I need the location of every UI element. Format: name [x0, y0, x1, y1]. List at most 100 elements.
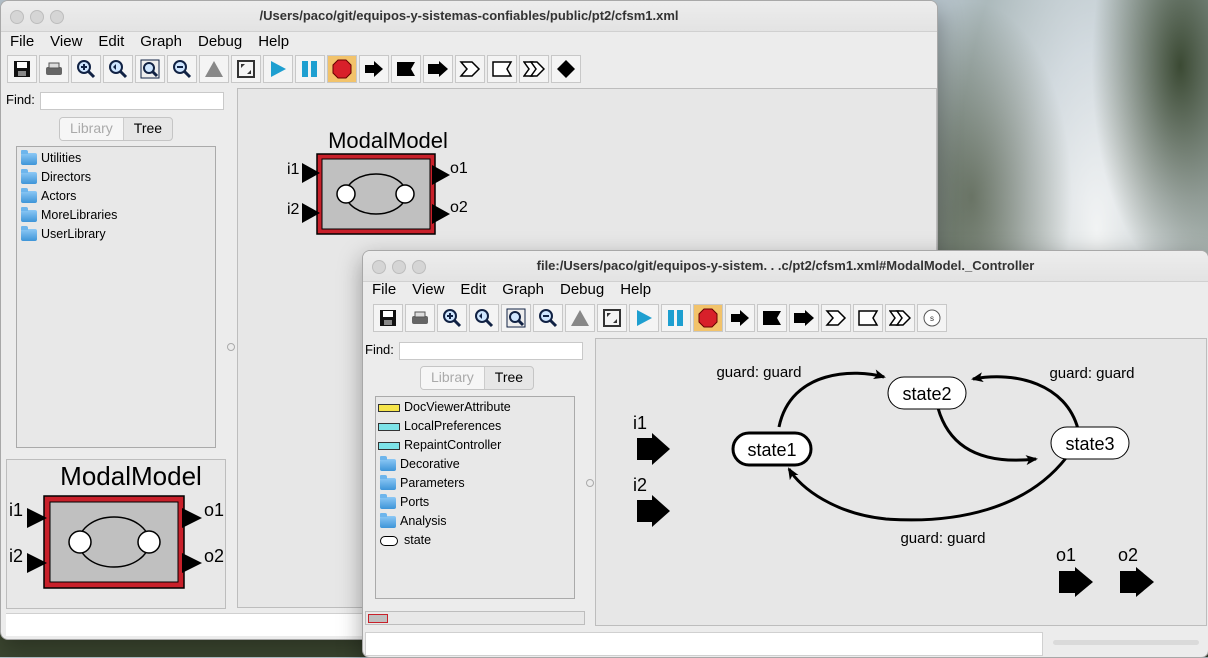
- arrow-flag-icon: [763, 311, 781, 325]
- state-circle-small-button[interactable]: s: [917, 304, 947, 332]
- transition-state3-state2[interactable]: [971, 372, 1080, 430]
- state-icon: [380, 535, 398, 546]
- splitter-handle[interactable]: [227, 343, 235, 351]
- zoom-in-icon: [443, 309, 462, 328]
- arrow-filled-icon: [794, 310, 814, 326]
- diamond-button[interactable]: [551, 55, 581, 83]
- library-item[interactable]: LocalPreferences: [376, 417, 574, 436]
- library-item[interactable]: state: [376, 531, 574, 550]
- menu-view[interactable]: View: [41, 31, 82, 53]
- arrow-open-flag-button[interactable]: [487, 55, 517, 83]
- menu-edit[interactable]: Edit: [451, 279, 486, 301]
- zoom-reset-icon: [475, 309, 494, 328]
- splitter-handle[interactable]: [586, 479, 594, 487]
- stop-button[interactable]: [693, 304, 723, 332]
- menu-view[interactable]: View: [403, 279, 444, 301]
- fullscreen-button[interactable]: [231, 55, 261, 83]
- menu-edit[interactable]: Edit: [89, 31, 124, 53]
- arrow-open-flag-button[interactable]: [853, 304, 883, 332]
- find-bar: Find:: [365, 342, 587, 362]
- transition-label: guard: guard: [716, 364, 801, 381]
- zoom-out-button[interactable]: [533, 304, 563, 332]
- arrow-flag-button[interactable]: [391, 55, 421, 83]
- port-o2-icon[interactable]: [1120, 567, 1154, 597]
- save-button[interactable]: [7, 55, 37, 83]
- menu-file[interactable]: File: [1, 31, 34, 53]
- tab-tree[interactable]: Tree: [124, 118, 172, 140]
- arrow-double-open-icon: [889, 310, 911, 326]
- pause-button[interactable]: [661, 304, 691, 332]
- port-i2-label: i2: [633, 475, 647, 495]
- tab-tree[interactable]: Tree: [485, 367, 533, 389]
- controller-titlebar[interactable]: file:/Users/paco/git/equipos-y-sistem. .…: [363, 251, 1208, 282]
- menu-graph[interactable]: Graph: [493, 279, 544, 301]
- arrow-double-open-button[interactable]: [519, 55, 549, 83]
- library-item[interactable]: MoreLibraries: [17, 206, 215, 225]
- fullscreen-button[interactable]: [597, 304, 627, 332]
- menu-graph[interactable]: Graph: [131, 31, 182, 53]
- arrow-flag-button[interactable]: [757, 304, 787, 332]
- preview-panel: ModalModel i1 i2 o1 o2: [6, 459, 226, 609]
- port-i1-icon[interactable]: [637, 433, 670, 465]
- transition-state2-state3[interactable]: [936, 407, 1038, 466]
- library-item[interactable]: RepaintController: [376, 436, 574, 455]
- tab-library[interactable]: Library: [421, 367, 485, 389]
- arrow-open-button[interactable]: [821, 304, 851, 332]
- port-o2-icon[interactable]: [432, 204, 450, 224]
- stop-button[interactable]: [327, 55, 357, 83]
- arrow-filled-button[interactable]: [789, 304, 819, 332]
- main-titlebar[interactable]: /Users/paco/git/equipos-y-sistemas-confi…: [1, 1, 937, 32]
- save-button[interactable]: [373, 304, 403, 332]
- zoom-reset-button[interactable]: [103, 55, 133, 83]
- arrow-filled-button[interactable]: [423, 55, 453, 83]
- modalmodel-actor[interactable]: ModalModel i1 i2 o1 o2: [238, 89, 498, 249]
- zoom-reset-button[interactable]: [469, 304, 499, 332]
- zoom-fit-button[interactable]: [135, 55, 165, 83]
- arrange-button[interactable]: [565, 304, 595, 332]
- arrange-button[interactable]: [199, 55, 229, 83]
- arrow-double-open-button[interactable]: [885, 304, 915, 332]
- arrange-icon: [205, 61, 223, 77]
- library-item[interactable]: Analysis: [376, 512, 574, 531]
- tab-library[interactable]: Library: [60, 118, 124, 140]
- library-item[interactable]: Directors: [17, 168, 215, 187]
- library-item[interactable]: Decorative: [376, 455, 574, 474]
- library-item[interactable]: DocViewerAttribute: [376, 398, 574, 417]
- library-item[interactable]: Parameters: [376, 474, 574, 493]
- transition-state3-state1[interactable]: [787, 457, 1068, 522]
- find-input[interactable]: [399, 342, 583, 360]
- find-input[interactable]: [40, 92, 224, 110]
- diamond-icon: [557, 60, 575, 78]
- port-i2-icon[interactable]: [637, 495, 670, 527]
- folder-icon: [21, 187, 37, 203]
- library-item[interactable]: UserLibrary: [17, 225, 215, 244]
- zoom-fit-button[interactable]: [501, 304, 531, 332]
- menu-debug[interactable]: Debug: [189, 31, 242, 53]
- run-button[interactable]: [263, 55, 293, 83]
- find-label: Find:: [6, 92, 35, 107]
- zoom-in-button[interactable]: [437, 304, 467, 332]
- port-o1-icon[interactable]: [1059, 567, 1093, 597]
- pause-button[interactable]: [295, 55, 325, 83]
- arrow-open-button[interactable]: [455, 55, 485, 83]
- port-o2-label: o2: [1118, 545, 1138, 565]
- menu-debug[interactable]: Debug: [551, 279, 604, 301]
- print-button[interactable]: [39, 55, 69, 83]
- library-item[interactable]: Utilities: [17, 149, 215, 168]
- library-item[interactable]: Actors: [17, 187, 215, 206]
- transition-state1-state2[interactable]: [777, 369, 886, 428]
- arrow-right-button[interactable]: [725, 304, 755, 332]
- zoom-in-button[interactable]: [71, 55, 101, 83]
- port-o1-icon[interactable]: [432, 165, 450, 185]
- run-button[interactable]: [629, 304, 659, 332]
- menu-help[interactable]: Help: [249, 31, 289, 53]
- library-item[interactable]: Ports: [376, 493, 574, 512]
- port-i2-label: i2: [287, 201, 300, 218]
- print-button[interactable]: [405, 304, 435, 332]
- fsm-canvas[interactable]: guard: guard guard: guard guard: guard s…: [595, 338, 1207, 626]
- menu-help[interactable]: Help: [611, 279, 651, 301]
- arrow-right-button[interactable]: [359, 55, 389, 83]
- controller-library-tree: DocViewerAttribute LocalPreferences Repa…: [375, 396, 575, 599]
- zoom-out-button[interactable]: [167, 55, 197, 83]
- menu-file[interactable]: File: [363, 279, 396, 301]
